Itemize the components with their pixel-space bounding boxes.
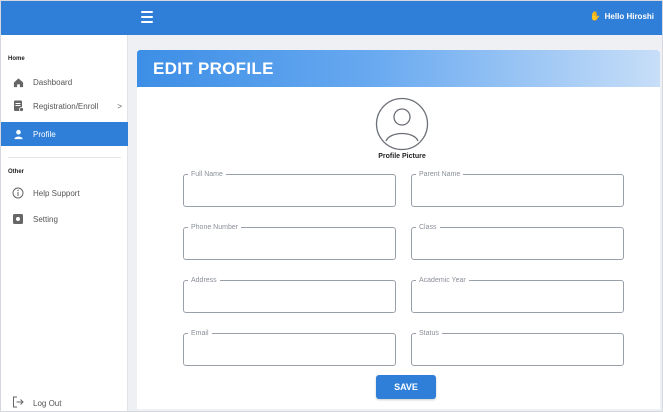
user-greeting[interactable]: ✋ Hello Hiroshi bbox=[589, 11, 654, 22]
save-button[interactable]: SAVE bbox=[376, 375, 436, 399]
parent-name-field: Parent Name bbox=[411, 170, 624, 207]
academic-year-field: Academic Year bbox=[411, 276, 624, 313]
email-input[interactable] bbox=[190, 342, 388, 358]
sidebar-item-label: Setting bbox=[33, 214, 58, 224]
address-field: Address bbox=[183, 276, 396, 313]
waving-hand-icon: ✋ bbox=[589, 11, 601, 21]
user-icon bbox=[12, 128, 24, 140]
status-field: Status bbox=[411, 329, 624, 366]
logout-button[interactable]: Log Out bbox=[1, 392, 128, 412]
chevron-right-icon: > bbox=[117, 101, 122, 111]
sidebar: Home Dashboard Registration/Enroll > Pro… bbox=[1, 35, 128, 411]
page-header: EDIT PROFILE bbox=[137, 50, 660, 87]
sidebar-item-setting[interactable]: Setting bbox=[1, 207, 128, 231]
gear-icon bbox=[12, 213, 24, 225]
status-label: Status bbox=[416, 329, 442, 338]
sidebar-item-label: Dashboard bbox=[33, 77, 73, 87]
section-label-home: Home bbox=[8, 56, 25, 62]
section-label-other: Other bbox=[8, 169, 25, 175]
sidebar-item-profile[interactable]: Profile bbox=[1, 122, 128, 146]
avatar-icon[interactable] bbox=[375, 97, 429, 151]
info-icon bbox=[12, 187, 24, 199]
address-input[interactable] bbox=[190, 289, 388, 305]
parent-name-label: Parent Name bbox=[416, 170, 464, 179]
sidebar-item-dashboard[interactable]: Dashboard bbox=[1, 70, 128, 94]
address-label: Address bbox=[188, 276, 220, 285]
app-window: ✋ Hello Hiroshi Home Dashboard Registrat… bbox=[0, 0, 663, 412]
class-field: Class bbox=[411, 223, 624, 260]
top-bar: ✋ Hello Hiroshi bbox=[1, 1, 662, 35]
email-label: Email bbox=[188, 329, 212, 338]
class-input[interactable] bbox=[418, 236, 616, 252]
sidebar-divider bbox=[8, 157, 121, 158]
phone-number-label: Phone Number bbox=[188, 223, 242, 232]
full-name-input[interactable] bbox=[190, 183, 388, 199]
form-icon bbox=[12, 100, 24, 112]
greeting-text: Hello Hiroshi bbox=[604, 12, 654, 21]
sidebar-item-label: Help Support bbox=[33, 188, 80, 198]
logout-icon bbox=[12, 396, 24, 410]
full-name-field: Full Name bbox=[183, 170, 396, 207]
phone-number-field: Phone Number bbox=[183, 223, 396, 260]
sidebar-item-label: Registration/Enroll bbox=[33, 101, 99, 111]
sidebar-item-label: Profile bbox=[33, 129, 56, 139]
page-title: EDIT PROFILE bbox=[153, 59, 274, 78]
status-input[interactable] bbox=[418, 342, 616, 358]
parent-name-input[interactable] bbox=[418, 183, 616, 199]
academic-year-label: Academic Year bbox=[416, 276, 469, 285]
edit-profile-panel: EDIT PROFILE Profile Picture Full Name P… bbox=[137, 50, 660, 409]
phone-number-input[interactable] bbox=[190, 236, 388, 252]
home-icon bbox=[12, 76, 24, 88]
sidebar-item-help-support[interactable]: Help Support bbox=[1, 181, 128, 205]
logout-label: Log Out bbox=[33, 398, 62, 408]
hamburger-icon[interactable] bbox=[141, 11, 153, 23]
sidebar-item-registration[interactable]: Registration/Enroll > bbox=[1, 94, 128, 118]
full-name-label: Full Name bbox=[188, 170, 226, 179]
class-label: Class bbox=[416, 223, 440, 232]
email-field: Email bbox=[183, 329, 396, 366]
avatar-label: Profile Picture bbox=[378, 153, 426, 160]
academic-year-input[interactable] bbox=[418, 289, 616, 305]
